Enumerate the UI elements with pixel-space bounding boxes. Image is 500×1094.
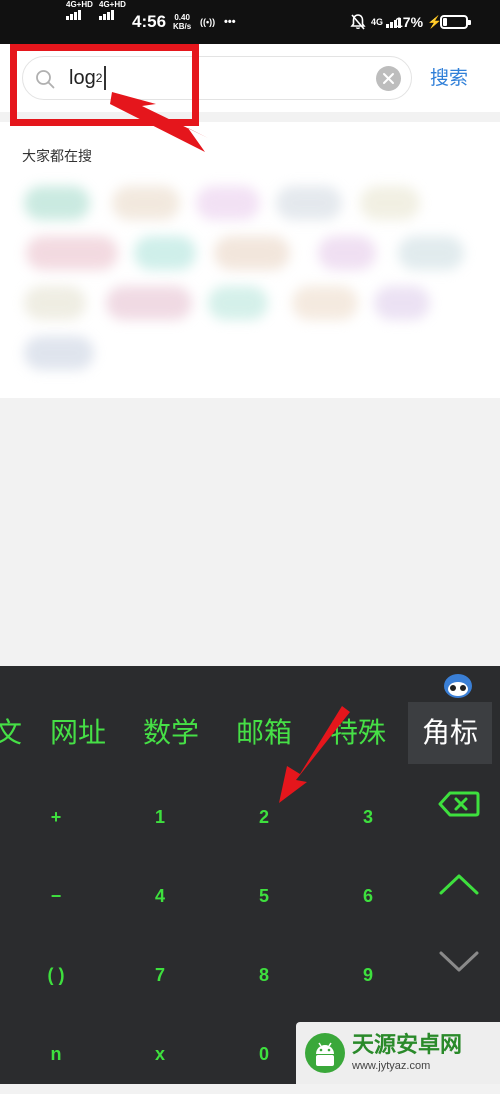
key-5[interactable]: 5 xyxy=(212,856,316,936)
backspace-icon xyxy=(438,791,480,817)
trending-chip[interactable] xyxy=(24,336,94,370)
status-bar: 4G+HD 4G+HD 4:56 0.40 KB/s ((•)) ••• 4G … xyxy=(0,0,500,44)
key-1[interactable]: 1 xyxy=(108,777,212,857)
trending-chip[interactable] xyxy=(26,236,118,270)
query-subscript: 2 xyxy=(95,71,103,85)
trending-chip[interactable] xyxy=(360,186,420,220)
network-type-1: 4G+HD xyxy=(66,0,93,9)
trending-chip[interactable] xyxy=(134,236,196,270)
hotspot-icon: ((•)) xyxy=(200,17,216,27)
search-button[interactable]: 搜索 xyxy=(430,64,468,92)
battery-percentage: 17% xyxy=(395,14,424,30)
watermark: 天源安卓网 www.jytyaz.com xyxy=(296,1022,500,1084)
trending-chip[interactable] xyxy=(318,236,376,270)
network-speed: 0.40 KB/s xyxy=(173,0,191,44)
trending-chip[interactable] xyxy=(112,186,180,220)
tab-special[interactable]: 特殊 xyxy=(330,702,386,764)
speed-value: 0.40 xyxy=(174,13,190,22)
more-notifications-icon: ••• xyxy=(224,16,236,28)
key-x[interactable]: x xyxy=(108,1014,212,1094)
search-header: log 2 搜索 xyxy=(0,44,500,112)
cursor-up-key[interactable] xyxy=(418,844,500,924)
key-plus[interactable]: + xyxy=(4,777,108,857)
trending-chip[interactable] xyxy=(196,186,260,220)
network-type-right: 4G xyxy=(371,17,384,27)
trending-chip[interactable] xyxy=(374,286,430,320)
trending-chip[interactable] xyxy=(24,186,90,220)
query-text: log xyxy=(69,66,96,89)
tab-superscript[interactable]: 角标 xyxy=(408,702,493,764)
trending-chip[interactable] xyxy=(106,286,192,320)
search-icon xyxy=(36,70,55,89)
keyboard-logo-icon[interactable] xyxy=(442,671,474,699)
trending-chip[interactable] xyxy=(214,236,290,270)
key-minus[interactable]: − xyxy=(4,856,108,936)
trending-section: 大家都在搜 xyxy=(0,122,500,398)
battery-icon xyxy=(440,0,471,44)
divider xyxy=(0,112,500,122)
search-input[interactable]: log 2 xyxy=(69,57,106,99)
search-box[interactable]: log 2 xyxy=(22,56,412,100)
tab-math[interactable]: 数学 xyxy=(143,702,199,764)
clock: 4:56 xyxy=(132,12,167,31)
android-logo-icon xyxy=(305,1033,345,1073)
clear-icon[interactable] xyxy=(376,66,401,91)
chevron-up-icon xyxy=(439,874,479,895)
chevron-down-icon xyxy=(439,951,479,972)
trending-chip[interactable] xyxy=(208,286,268,320)
bell-off-icon xyxy=(350,0,366,44)
keyboard-tabs: 文 网址 数学 邮箱 特殊 角标 xyxy=(0,702,500,764)
cursor-down-key[interactable] xyxy=(418,922,500,1002)
signal-indicator-1: 4G+HD xyxy=(66,0,93,44)
key-4[interactable]: 4 xyxy=(108,856,212,936)
tab-email[interactable]: 邮箱 xyxy=(236,702,292,764)
backspace-key[interactable] xyxy=(418,764,500,844)
network-type-2: 4G+HD xyxy=(99,0,126,9)
signal-bars-icon xyxy=(99,10,114,20)
trending-chip[interactable] xyxy=(398,236,464,270)
key-2[interactable]: 2 xyxy=(212,777,316,857)
signal-indicator-2: 4G+HD xyxy=(99,0,126,44)
trending-title: 大家都在搜 xyxy=(22,149,92,165)
signal-bars-icon xyxy=(66,10,81,20)
watermark-url: www.jytyaz.com xyxy=(352,1060,431,1072)
text-cursor xyxy=(104,66,106,90)
trending-chip[interactable] xyxy=(292,286,358,320)
key-n[interactable]: n xyxy=(4,1014,108,1094)
tab-chinese[interactable]: 文 xyxy=(0,702,22,764)
trending-chip[interactable] xyxy=(276,186,342,220)
key-9[interactable]: 9 xyxy=(316,935,420,1015)
speed-unit: KB/s xyxy=(173,22,192,31)
key-8[interactable]: 8 xyxy=(212,935,316,1015)
tab-url[interactable]: 网址 xyxy=(50,702,106,764)
key-3[interactable]: 3 xyxy=(316,777,420,857)
key-6[interactable]: 6 xyxy=(316,856,420,936)
trending-chip[interactable] xyxy=(24,286,86,320)
key-7[interactable]: 7 xyxy=(108,935,212,1015)
key-parentheses[interactable]: ( ) xyxy=(4,935,108,1015)
watermark-title: 天源安卓网 xyxy=(352,1033,463,1058)
